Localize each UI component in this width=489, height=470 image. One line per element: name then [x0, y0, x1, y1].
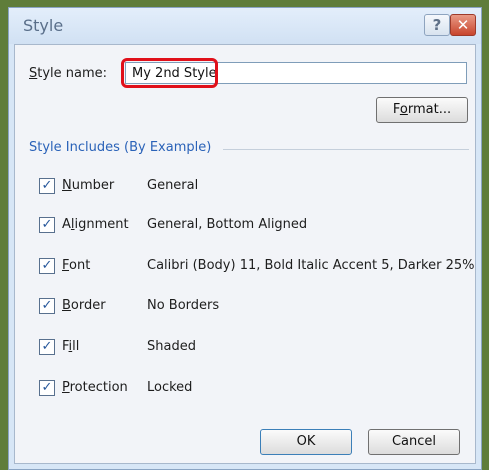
alignment-value: General, Bottom Aligned [147, 217, 308, 232]
font-label: Font [62, 258, 91, 273]
number-label: Number [62, 178, 115, 193]
background-frame-right [482, 0, 489, 470]
fill-checkbox[interactable]: ✓ [39, 339, 55, 355]
group-divider [223, 149, 469, 150]
title-bar[interactable]: Style ? ✕ [9, 8, 481, 44]
border-checkbox[interactable]: ✓ [39, 298, 55, 314]
ok-button[interactable]: OK [260, 429, 352, 455]
cancel-button[interactable]: Cancel [368, 429, 460, 455]
protection-value: Locked [147, 380, 193, 395]
include-row-font[interactable]: ✓ Font Calibri (Body) 11, Bold Italic Ac… [39, 257, 475, 277]
help-button[interactable]: ? [424, 14, 450, 36]
include-row-alignment[interactable]: ✓ Alignment General, Bottom Aligned [39, 216, 469, 236]
fill-label: Fill [62, 339, 80, 354]
include-row-number[interactable]: ✓ Number General [39, 177, 469, 197]
format-button[interactable]: Format... [376, 97, 468, 123]
font-checkbox[interactable]: ✓ [39, 258, 55, 274]
annotation-highlight [121, 58, 218, 88]
dialog-body: Style name: Format... Style Includes (By… [14, 44, 476, 464]
font-value: Calibri (Body) 11, Bold Italic Accent 5,… [147, 258, 475, 273]
protection-checkbox[interactable]: ✓ [39, 380, 55, 396]
include-row-fill[interactable]: ✓ Fill Shaded [39, 338, 469, 358]
style-name-label-rest: tyle name: [37, 66, 108, 81]
close-button[interactable]: ✕ [450, 14, 476, 36]
fill-value: Shaded [147, 339, 196, 354]
include-row-border[interactable]: ✓ Border No Borders [39, 297, 469, 317]
background-frame-top [0, 0, 489, 7]
protection-label: Protection [62, 380, 128, 395]
help-icon: ? [432, 16, 442, 34]
include-row-protection[interactable]: ✓ Protection Locked [39, 379, 469, 399]
number-value: General [147, 178, 199, 193]
alignment-checkbox[interactable]: ✓ [39, 217, 55, 233]
number-checkbox[interactable]: ✓ [39, 178, 55, 194]
style-name-label: Style name: [29, 66, 108, 81]
group-title: Style Includes (By Example) [29, 140, 212, 155]
border-value: No Borders [147, 298, 220, 313]
border-label: Border [62, 298, 106, 313]
close-icon: ✕ [456, 16, 470, 34]
dialog-title: Style [23, 16, 64, 35]
background-frame-left [0, 0, 8, 470]
format-button-label: Format... [392, 102, 452, 117]
alignment-label: Alignment [62, 217, 129, 232]
style-dialog: Style ? ✕ Style name: Format... Style In… [8, 7, 482, 470]
